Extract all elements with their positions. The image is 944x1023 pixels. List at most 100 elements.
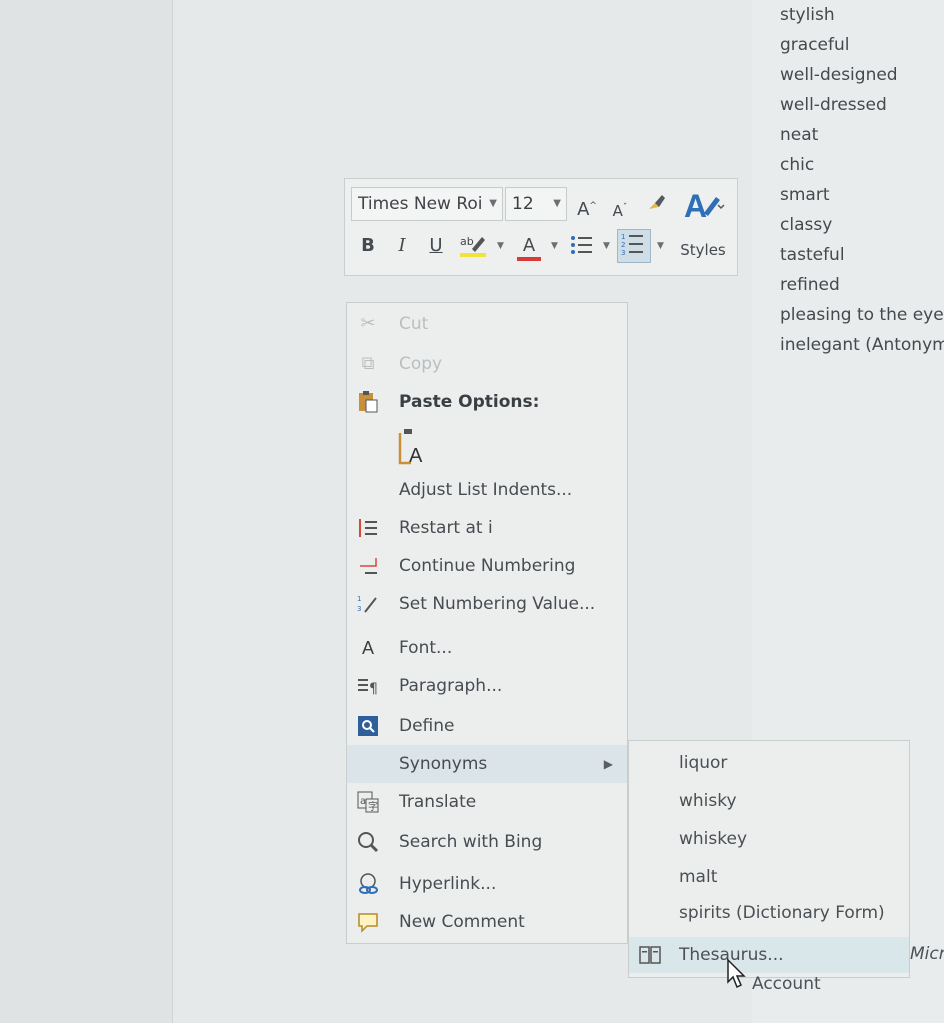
- svg-text:A: A: [684, 188, 707, 224]
- mini-toolbar: Times New Roi ▼ 12 ▼ A^ Aˇ A B I U ab ▼ …: [344, 178, 738, 276]
- menu-item-label: Continue Numbering: [399, 556, 576, 576]
- copy-icon: ⧉: [361, 353, 375, 374]
- synonym-item[interactable]: whiskey: [629, 821, 909, 857]
- thesaurus-word[interactable]: smart: [780, 182, 944, 212]
- translate-icon: a字: [355, 790, 381, 814]
- underline-button[interactable]: U: [425, 231, 447, 261]
- hyperlink-icon: [355, 872, 381, 896]
- synonyms-submenu: liquor whisky whiskey malt spirits (Dict…: [628, 740, 910, 978]
- thesaurus-word[interactable]: pleasing to the eye (I: [780, 302, 944, 332]
- account-label[interactable]: Account: [752, 974, 821, 994]
- menu-item-label: Copy: [399, 354, 443, 374]
- menu-item-cut[interactable]: ✂ Cut: [347, 305, 627, 343]
- paste-options-header: Paste Options:: [347, 383, 627, 421]
- shrink-font-icon: A: [612, 202, 623, 220]
- thesaurus-word-list: stylish graceful well-designed well-dres…: [780, 2, 944, 362]
- menu-item-new-comment[interactable]: New Comment: [347, 903, 627, 941]
- menu-item-synonyms[interactable]: Synonyms ▶: [347, 745, 627, 783]
- font-icon: A: [361, 638, 374, 658]
- thesaurus-word[interactable]: well-dressed: [780, 92, 944, 122]
- menu-item-label: Paragraph...: [399, 676, 503, 696]
- paste-icon: [355, 390, 381, 414]
- synonym-item[interactable]: whisky: [629, 783, 909, 819]
- menu-item-font[interactable]: A Font...: [347, 629, 627, 667]
- chevron-down-icon: ▼: [553, 198, 561, 209]
- context-menu: ✂ Cut ⧉ Copy Paste Options: A Adjust Lis…: [346, 302, 628, 944]
- thesaurus-word[interactable]: stylish: [780, 2, 944, 32]
- numbering-button[interactable]: 123: [617, 229, 651, 263]
- clear-formatting-button[interactable]: [643, 191, 669, 221]
- svg-text:1: 1: [621, 233, 625, 241]
- menu-item-search-with-bing[interactable]: Search with Bing: [347, 823, 627, 861]
- thesaurus-word[interactable]: graceful: [780, 32, 944, 62]
- bullet-list-icon: [571, 236, 592, 254]
- styles-button[interactable]: Styles: [677, 235, 729, 265]
- chevron-down-icon[interactable]: ▼: [497, 241, 504, 251]
- menu-item-translate[interactable]: a字 Translate: [347, 783, 627, 821]
- chevron-down-icon: ▼: [489, 198, 497, 209]
- chevron-down-icon[interactable]: ▼: [603, 241, 610, 251]
- grow-font-icon: A: [577, 199, 590, 220]
- paste-keep-text-only-button[interactable]: A: [347, 425, 627, 469]
- font-color-button[interactable]: A: [515, 231, 543, 261]
- synonym-label: whisky: [679, 791, 737, 811]
- thesaurus-word[interactable]: classy: [780, 212, 944, 242]
- menu-item-label: Paste Options:: [399, 392, 540, 412]
- synonym-item[interactable]: spirits (Dictionary Form): [629, 895, 909, 931]
- thesaurus-word[interactable]: refined: [780, 272, 944, 302]
- font-color-swatch: [517, 257, 541, 261]
- italic-button[interactable]: I: [391, 231, 413, 261]
- italic-label: I: [398, 235, 406, 256]
- menu-item-restart-numbering[interactable]: Restart at i: [347, 509, 627, 547]
- grow-font-button[interactable]: A^: [575, 191, 599, 221]
- comment-icon: [355, 910, 381, 934]
- menu-item-set-numbering-value[interactable]: 13 Set Numbering Value...: [347, 585, 627, 623]
- menu-item-paragraph[interactable]: ¶ Paragraph...: [347, 667, 627, 705]
- font-name-value: Times New Roi: [358, 194, 483, 214]
- bullets-button[interactable]: [567, 231, 597, 261]
- svg-text:1: 1: [357, 595, 361, 603]
- menu-item-label: Define: [399, 716, 455, 736]
- menu-item-label: New Comment: [399, 912, 525, 932]
- svg-text:a: a: [360, 796, 366, 807]
- menu-item-copy[interactable]: ⧉ Copy: [347, 345, 627, 383]
- thesaurus-word[interactable]: well-designed: [780, 62, 944, 92]
- styles-gallery-icon-button[interactable]: A: [679, 187, 727, 227]
- search-icon: [355, 830, 381, 854]
- font-name-dropdown[interactable]: Times New Roi ▼: [351, 187, 503, 221]
- menu-item-hyperlink[interactable]: Hyperlink...: [347, 865, 627, 903]
- menu-item-define[interactable]: Define: [347, 707, 627, 745]
- highlight-color-button[interactable]: ab: [457, 231, 489, 261]
- thesaurus-word[interactable]: inelegant (Antonym): [780, 332, 944, 362]
- synonym-label: spirits (Dictionary Form): [679, 903, 885, 923]
- thesaurus-item[interactable]: Thesaurus...: [629, 937, 909, 973]
- synonym-item[interactable]: liquor: [629, 745, 909, 781]
- font-size-dropdown[interactable]: 12 ▼: [505, 187, 567, 221]
- keep-text-only-icon: A: [397, 427, 427, 467]
- menu-item-continue-numbering[interactable]: Continue Numbering: [347, 547, 627, 585]
- highlighter-icon: ab: [460, 235, 486, 257]
- svg-text:3: 3: [621, 249, 625, 257]
- shrink-font-button[interactable]: Aˇ: [609, 193, 631, 223]
- menu-item-adjust-list-indents[interactable]: Adjust List Indents...: [347, 471, 627, 509]
- clear-formatting-icon: [649, 195, 665, 209]
- thesaurus-word[interactable]: neat: [780, 122, 944, 152]
- background-app-text: Micro: [910, 944, 944, 964]
- underline-label: U: [429, 235, 443, 256]
- bold-label: B: [361, 235, 375, 256]
- menu-item-label: Search with Bing: [399, 832, 543, 852]
- svg-text:3: 3: [357, 605, 361, 613]
- thesaurus-word[interactable]: chic: [780, 152, 944, 182]
- chevron-down-icon[interactable]: ▼: [551, 241, 558, 251]
- menu-item-label: Translate: [399, 792, 477, 812]
- menu-item-label: Synonyms: [399, 754, 488, 774]
- svg-text:¶: ¶: [369, 681, 378, 697]
- svg-text:A: A: [409, 445, 423, 465]
- numbered-list-icon: 123: [621, 233, 643, 257]
- chevron-down-icon[interactable]: ▼: [657, 241, 664, 251]
- synonym-item[interactable]: malt: [629, 859, 909, 895]
- bold-button[interactable]: B: [357, 231, 379, 261]
- styles-label: Styles: [680, 241, 726, 259]
- svg-text:2: 2: [621, 241, 625, 249]
- thesaurus-word[interactable]: tasteful: [780, 242, 944, 272]
